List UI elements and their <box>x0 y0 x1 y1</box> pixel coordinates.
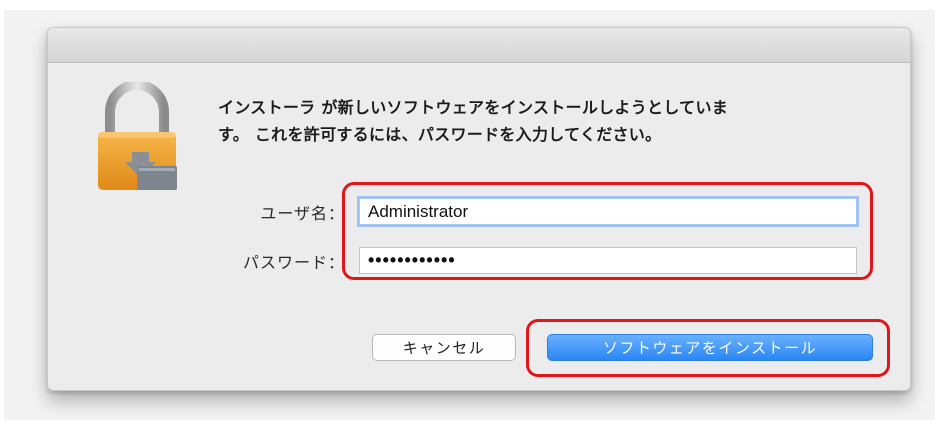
dialog-titlebar <box>48 28 910 63</box>
dialog-message: インストーラ が新しいソフトウェアをインストールしようとしていま す。 これを許… <box>218 94 868 148</box>
lock-icon <box>98 82 177 190</box>
password-label: パスワード： <box>242 253 345 272</box>
authentication-dialog: インストーラ が新しいソフトウェアをインストールしようとしていま す。 これを許… <box>47 27 911 391</box>
username-label: ユーザ名： <box>260 204 345 223</box>
message-line-1: インストーラ が新しいソフトウェアをインストールしようとしていま <box>218 98 729 117</box>
cancel-button[interactable]: キャンセル <box>372 334 516 361</box>
install-button-highlight <box>526 319 890 377</box>
message-line-2: す。 これを許可するには、パスワードを入力してください。 <box>218 125 662 144</box>
credentials-highlight <box>342 182 873 280</box>
